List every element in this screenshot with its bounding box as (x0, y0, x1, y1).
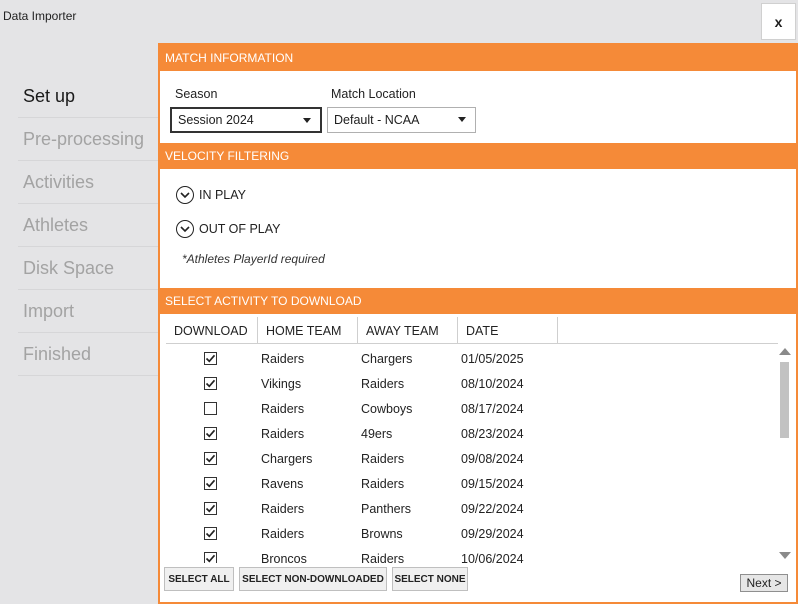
activity-table-header: DOWNLOAD HOME TEAM AWAY TEAM DATE (166, 317, 778, 344)
select-activity-header: SELECT ACTIVITY TO DOWNLOAD (160, 288, 796, 314)
table-row: Broncos Raiders 10/06/2024 (166, 546, 774, 563)
download-checkbox[interactable] (204, 527, 217, 540)
download-checkbox[interactable] (204, 452, 217, 465)
close-button[interactable]: x (761, 3, 796, 40)
date-cell: 09/22/2024 (461, 501, 524, 516)
match-location-label: Match Location (331, 87, 416, 101)
out-of-play-expander[interactable]: OUT OF PLAY (176, 220, 281, 238)
download-checkbox[interactable] (204, 377, 217, 390)
download-checkbox[interactable] (204, 552, 217, 563)
home-team-cell: Chargers (261, 451, 313, 466)
date-cell: 09/08/2024 (461, 451, 524, 466)
away-team-cell: Raiders (361, 551, 405, 564)
out-of-play-label: OUT OF PLAY (199, 222, 281, 236)
download-checkbox[interactable] (204, 352, 217, 365)
match-location-value: Default - NCAA (334, 113, 420, 127)
select-non-downloaded-button[interactable]: SELECT NON-DOWNLOADED (239, 567, 387, 591)
season-select[interactable]: Session 2024 (170, 107, 322, 133)
step-athletes[interactable]: Athletes (18, 204, 160, 247)
athletes-required-note: *Athletes PlayerId required (182, 252, 325, 266)
download-checkbox[interactable] (204, 502, 217, 515)
away-team-cell: Cowboys (361, 401, 413, 416)
home-team-cell: Raiders (261, 426, 305, 441)
date-cell: 08/17/2024 (461, 401, 524, 416)
step-finished[interactable]: Finished (18, 333, 160, 376)
chevron-down-icon (458, 117, 466, 122)
column-home-team[interactable]: HOME TEAM (258, 317, 358, 344)
date-cell: 09/29/2024 (461, 526, 524, 541)
away-team-cell: Raiders (361, 451, 405, 466)
season-label: Season (175, 87, 218, 101)
velocity-filtering-header: VELOCITY FILTERING (160, 143, 796, 169)
chevron-down-circle-icon (176, 186, 194, 204)
away-team-cell: 49ers (361, 426, 393, 441)
next-button[interactable]: Next > (740, 574, 788, 592)
scrollbar-thumb[interactable] (780, 362, 789, 438)
column-away-team[interactable]: AWAY TEAM (358, 317, 458, 344)
table-row: Raiders Cowboys 08/17/2024 (166, 396, 774, 421)
step-set-up[interactable]: Set up (18, 75, 160, 118)
away-team-cell: Raiders (361, 476, 405, 491)
table-row: Ravens Raiders 09/15/2024 (166, 471, 774, 496)
in-play-expander[interactable]: IN PLAY (176, 186, 246, 204)
match-location-select[interactable]: Default - NCAA (327, 107, 476, 133)
download-checkbox[interactable] (204, 402, 217, 415)
column-date[interactable]: DATE (458, 317, 558, 344)
setup-panel: MATCH INFORMATION Season Session 2024 Ma… (158, 43, 798, 604)
away-team-cell: Browns (361, 526, 403, 541)
match-information-header: MATCH INFORMATION (160, 45, 796, 71)
activity-table-body: Raiders Chargers 01/05/2025 Vikings Raid… (166, 346, 774, 563)
table-row: Raiders Panthers 09/22/2024 (166, 496, 774, 521)
wizard-steps: Set up Pre-processing Activities Athlete… (18, 75, 160, 376)
home-team-cell: Ravens (261, 476, 304, 491)
home-team-cell: Raiders (261, 401, 305, 416)
date-cell: 08/23/2024 (461, 426, 524, 441)
away-team-cell: Panthers (361, 501, 412, 516)
step-disk-space[interactable]: Disk Space (18, 247, 160, 290)
away-team-cell: Chargers (361, 351, 413, 366)
download-checkbox[interactable] (204, 427, 217, 440)
home-team-cell: Raiders (261, 526, 305, 541)
home-team-cell: Raiders (261, 501, 305, 516)
table-row: Chargers Raiders 09/08/2024 (166, 446, 774, 471)
download-checkbox[interactable] (204, 477, 217, 490)
home-team-cell: Raiders (261, 351, 305, 366)
scroll-down-icon[interactable] (779, 552, 791, 559)
step-pre-processing[interactable]: Pre-processing (18, 118, 160, 161)
activity-scrollbar[interactable] (778, 348, 792, 561)
chevron-down-circle-icon (176, 220, 194, 238)
select-none-button[interactable]: SELECT NONE (392, 567, 468, 591)
away-team-cell: Raiders (361, 376, 405, 391)
step-import[interactable]: Import (18, 290, 160, 333)
scroll-up-icon[interactable] (779, 348, 791, 355)
home-team-cell: Broncos (261, 551, 307, 564)
date-cell: 01/05/2025 (461, 351, 524, 366)
table-row: Raiders Browns 09/29/2024 (166, 521, 774, 546)
select-all-button[interactable]: SELECT ALL (164, 567, 234, 591)
step-activities[interactable]: Activities (18, 161, 160, 204)
home-team-cell: Vikings (261, 376, 302, 391)
date-cell: 09/15/2024 (461, 476, 524, 491)
season-value: Session 2024 (178, 113, 254, 127)
table-row: Raiders Chargers 01/05/2025 (166, 346, 774, 371)
chevron-down-icon (303, 118, 311, 123)
table-row: Vikings Raiders 08/10/2024 (166, 371, 774, 396)
column-download[interactable]: DOWNLOAD (166, 317, 258, 344)
date-cell: 10/06/2024 (461, 551, 524, 564)
date-cell: 08/10/2024 (461, 376, 524, 391)
in-play-label: IN PLAY (199, 188, 247, 202)
window-title: Data Importer (3, 9, 77, 23)
table-row: Raiders 49ers 08/23/2024 (166, 421, 774, 446)
